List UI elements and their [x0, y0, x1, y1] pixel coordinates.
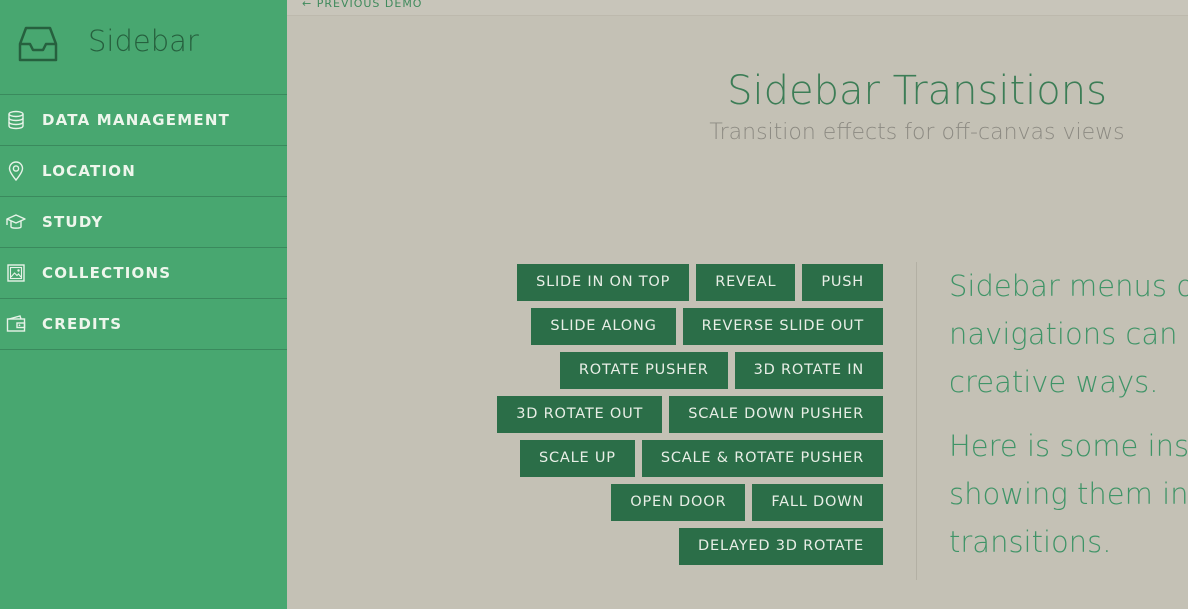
3d-rotate-in-button[interactable]: 3D ROTATE IN: [734, 352, 883, 389]
3d-rotate-out-button[interactable]: 3D ROTATE OUT: [497, 396, 663, 433]
location-pin-icon: [8, 161, 24, 181]
sidebar-nav: DATA MANAGEMENT LOCATION STUDY COLLECTIO…: [0, 95, 287, 350]
info-text: Sidebar menus or navigations can be crea…: [949, 262, 1188, 582]
main-content: ← PREVIOUS DEMO Sidebar Transitions Tran…: [287, 0, 1188, 609]
slide-along-button[interactable]: SLIDE ALONG: [531, 308, 676, 345]
previous-demo-link[interactable]: ← PREVIOUS DEMO: [302, 0, 422, 10]
scale-rotate-pusher-button[interactable]: SCALE & ROTATE PUSHER: [641, 440, 883, 477]
button-row: DELAYED 3D ROTATE: [287, 528, 883, 565]
page-title: Sidebar Transitions: [727, 68, 1107, 114]
slide-in-on-top-button[interactable]: SLIDE IN ON TOP: [517, 264, 690, 301]
sidebar-item-location[interactable]: LOCATION: [0, 146, 287, 197]
sidebar-item-label: DATA MANAGEMENT: [42, 111, 231, 129]
sidebar-title: Sidebar: [88, 24, 199, 58]
button-row: 3D ROTATE OUT SCALE DOWN PUSHER: [287, 396, 883, 433]
database-icon: [8, 110, 24, 130]
open-door-button[interactable]: OPEN DOOR: [611, 484, 746, 521]
image-icon: [7, 264, 25, 282]
fall-down-button[interactable]: FALL DOWN: [752, 484, 883, 521]
sidebar-item-collections[interactable]: COLLECTIONS: [0, 248, 287, 299]
sidebar-item-label: STUDY: [42, 213, 104, 231]
button-row: SCALE UP SCALE & ROTATE PUSHER: [287, 440, 883, 477]
info-paragraph: Here is some insp showing them in s tran…: [949, 429, 1188, 559]
inbox-tray-icon: [18, 26, 58, 62]
page-subtitle: Transition effects for off-canvas views: [709, 120, 1125, 145]
rotate-pusher-button[interactable]: ROTATE PUSHER: [559, 352, 728, 389]
button-row: SLIDE ALONG REVERSE SLIDE OUT: [287, 308, 883, 345]
reverse-slide-out-button[interactable]: REVERSE SLIDE OUT: [682, 308, 883, 345]
button-row: ROTATE PUSHER 3D ROTATE IN: [287, 352, 883, 389]
top-bar: ← PREVIOUS DEMO: [287, 0, 1188, 16]
sidebar-item-data-management[interactable]: DATA MANAGEMENT: [0, 95, 287, 146]
button-row: OPEN DOOR FALL DOWN: [287, 484, 883, 521]
sidebar-item-label: CREDITS: [42, 315, 123, 333]
scale-down-pusher-button[interactable]: SCALE DOWN PUSHER: [669, 396, 883, 433]
divider: [916, 262, 917, 580]
push-button[interactable]: PUSH: [802, 264, 883, 301]
sidebar-item-label: COLLECTIONS: [42, 264, 172, 282]
sidebar-item-credits[interactable]: CREDITS: [0, 299, 287, 350]
button-row: SLIDE IN ON TOP REVEAL PUSH: [287, 264, 883, 301]
transition-buttons: SLIDE IN ON TOP REVEAL PUSH SLIDE ALONG …: [287, 264, 883, 572]
sidebar-item-label: LOCATION: [42, 162, 136, 180]
sidebar-header: Sidebar: [0, 0, 287, 95]
sidebar-item-study[interactable]: STUDY: [0, 197, 287, 248]
wallet-icon: [6, 315, 26, 332]
sidebar: Sidebar DATA MANAGEMENT LOCATION STUDY C…: [0, 0, 287, 609]
scale-up-button[interactable]: SCALE UP: [519, 440, 635, 477]
info-paragraph: Sidebar menus or navigations can be crea…: [949, 269, 1188, 399]
delayed-3d-rotate-button[interactable]: DELAYED 3D ROTATE: [679, 528, 883, 565]
graduation-cap-icon: [6, 214, 26, 229]
reveal-button[interactable]: REVEAL: [696, 264, 796, 301]
